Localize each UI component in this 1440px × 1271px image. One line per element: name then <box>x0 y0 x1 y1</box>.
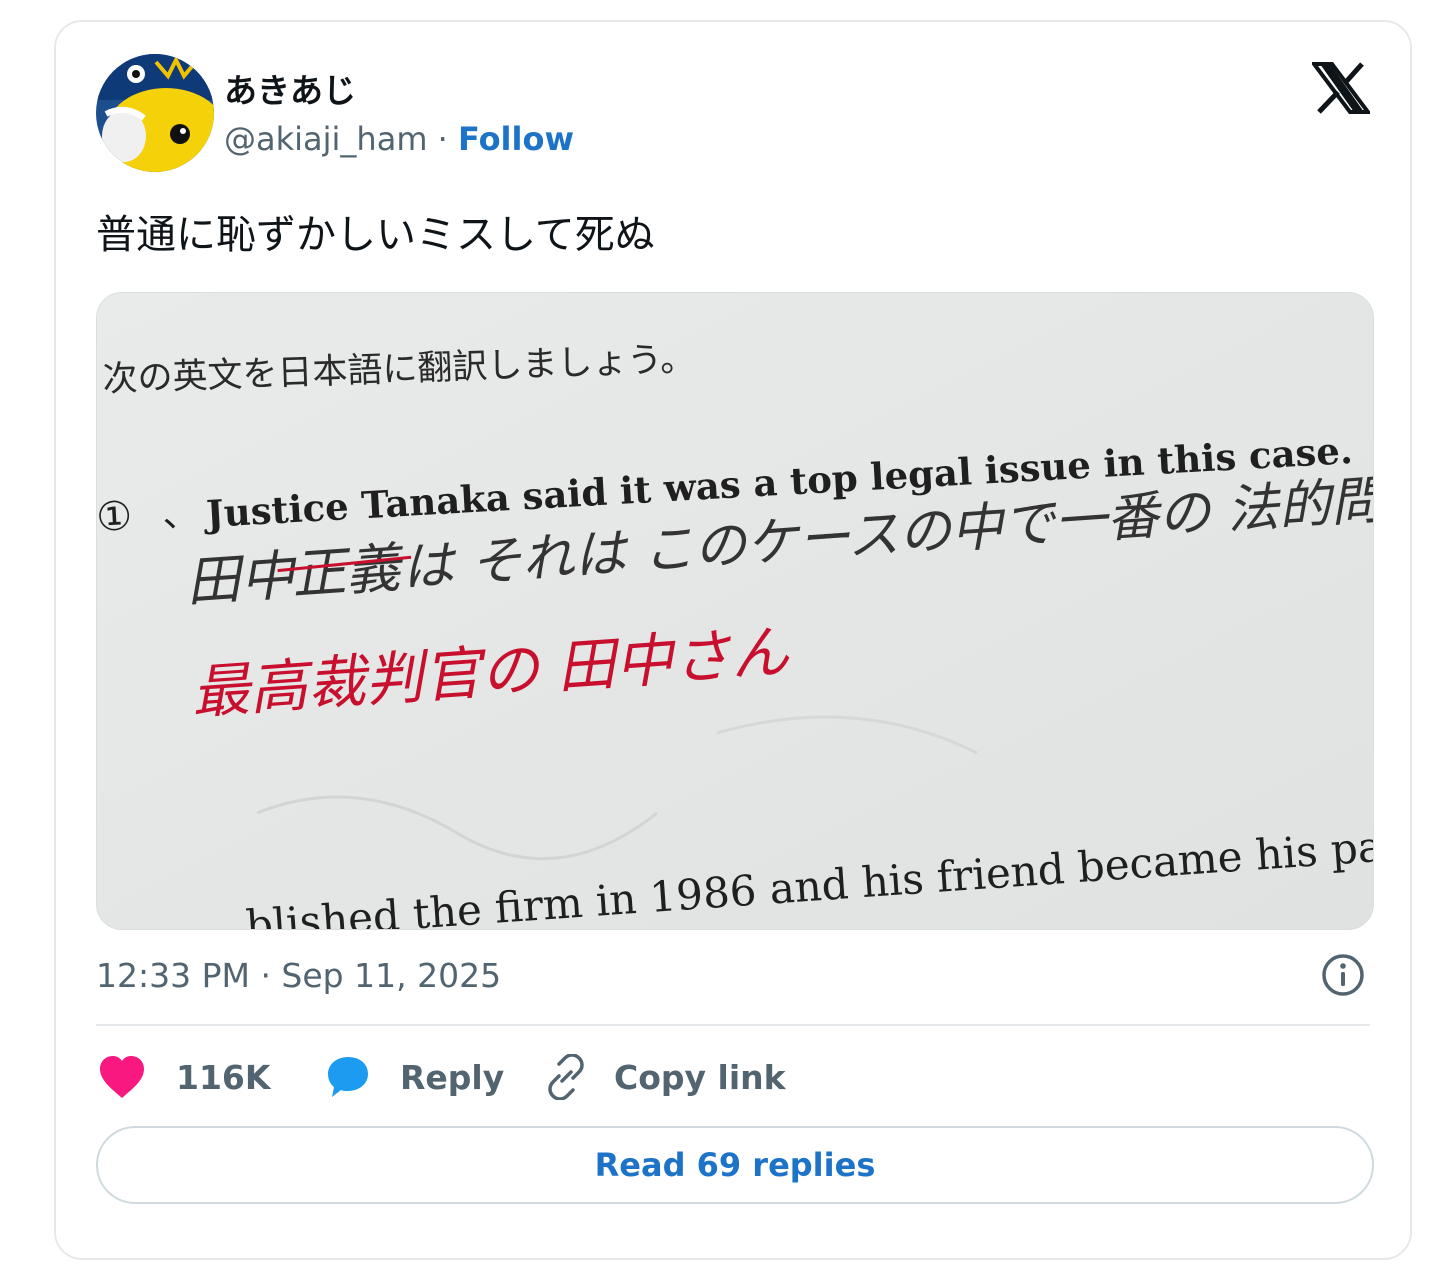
handle-separator: · <box>427 120 458 158</box>
worksheet-photo: 次の英文を日本語に翻訳しましょう。 ① 、 Justice Tanaka sai… <box>97 293 1373 929</box>
tweet-text: 普通に恥ずかしいミスして死ぬ <box>96 212 655 258</box>
copy-link-label: Copy link <box>614 1057 786 1097</box>
reply-button[interactable]: Reply <box>322 1052 504 1102</box>
question-mark: 、 <box>161 493 199 536</box>
tweet-card: あきあじ @akiaji_ham · Follow 普通に恥ずかしいミスして死ぬ… <box>54 20 1412 1260</box>
reply-label: Reply <box>400 1057 505 1097</box>
handwritten-crossed-word: 正義 <box>290 536 407 607</box>
link-icon <box>548 1054 584 1100</box>
like-count: 116K <box>176 1057 271 1097</box>
copy-link-button[interactable]: Copy link <box>542 1052 786 1102</box>
handwritten-name: 田中 <box>184 543 300 614</box>
author-display-name[interactable]: あきあじ <box>224 64 356 112</box>
author-handle[interactable]: @akiaji_ham <box>224 120 427 158</box>
tweet-header: あきあじ @akiaji_ham · Follow <box>96 54 1372 178</box>
follow-button[interactable]: Follow <box>458 120 574 158</box>
like-button[interactable]: 116K <box>96 1052 270 1102</box>
tweet-photo[interactable]: 次の英文を日本語に翻訳しましょう。 ① 、 Justice Tanaka sai… <box>96 292 1374 930</box>
read-replies-button[interactable]: Read 69 replies <box>96 1126 1374 1204</box>
divider <box>96 1024 1370 1026</box>
heart-icon <box>100 1056 144 1098</box>
author-handle-line: @akiaji_ham · Follow <box>224 120 574 158</box>
info-icon[interactable] <box>1320 952 1366 998</box>
avatar[interactable] <box>96 54 214 172</box>
speech-bubble-icon <box>328 1057 368 1097</box>
avatar-image <box>96 54 214 172</box>
question-number: ① <box>97 493 133 541</box>
tweet-timestamp[interactable]: 12:33 PM · Sep 11, 2025 <box>96 956 501 995</box>
tweet-actions: 116K Reply Copy link <box>96 1052 1370 1102</box>
x-logo-icon[interactable] <box>1310 62 1372 114</box>
